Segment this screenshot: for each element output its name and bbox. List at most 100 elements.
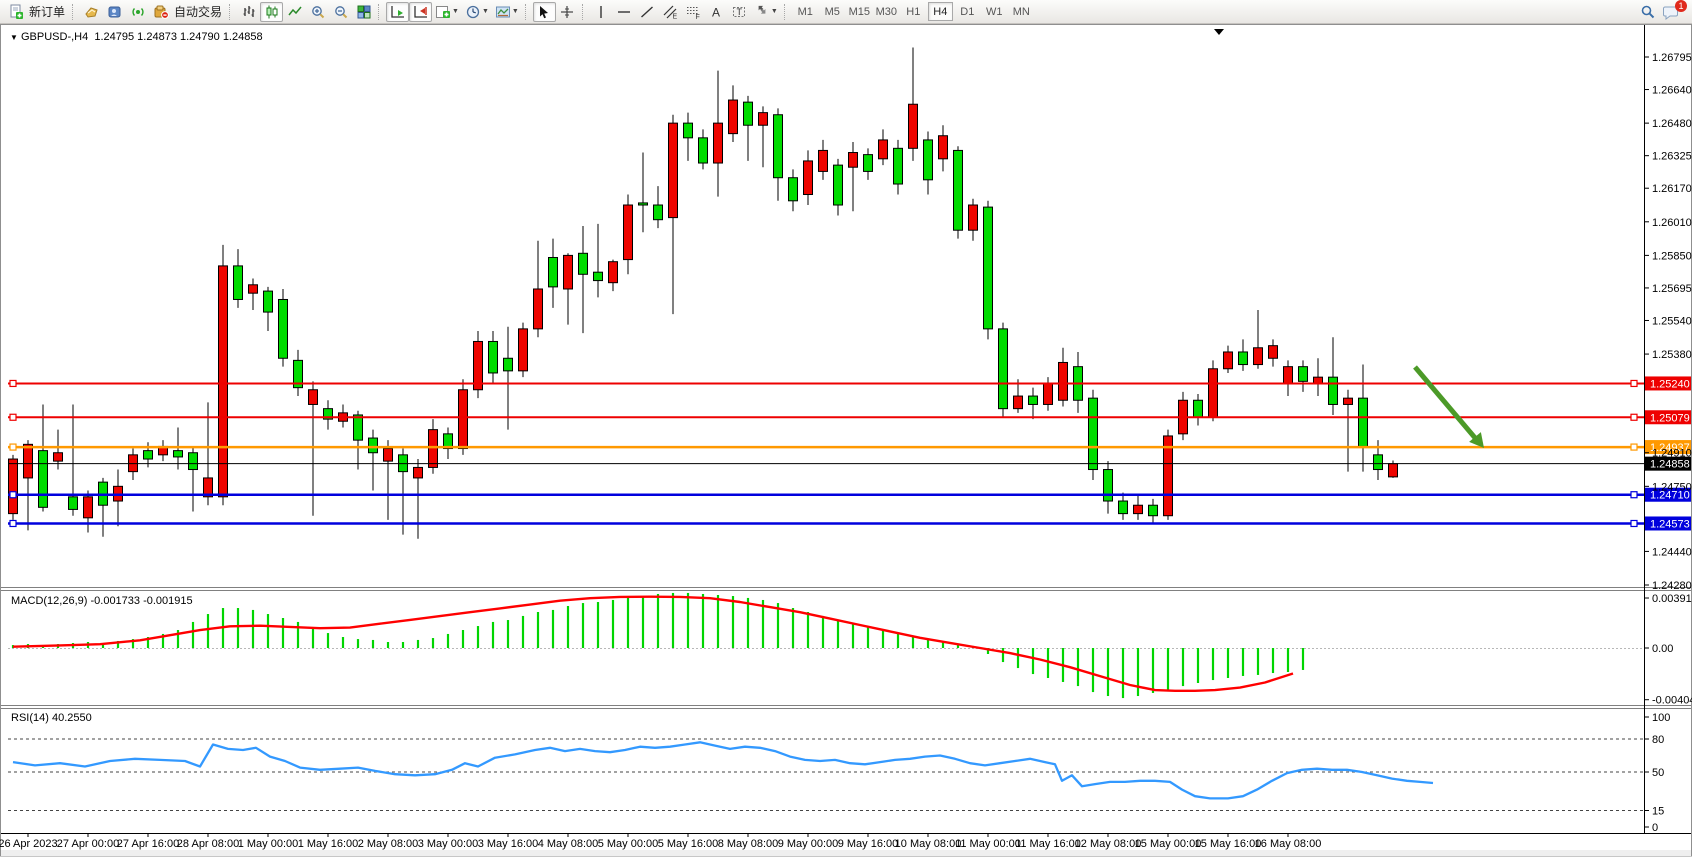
line-chart-button[interactable] bbox=[283, 2, 306, 22]
text-button[interactable]: A bbox=[705, 2, 728, 22]
candle-bear bbox=[999, 329, 1008, 409]
horizontal-line-button[interactable] bbox=[613, 2, 636, 22]
timeframe-group: M1M5M15M30H1H4D1W1MN bbox=[792, 2, 1035, 21]
arrows-button[interactable]: ▼ bbox=[751, 2, 781, 22]
macd-axis-label: -0.004049 bbox=[1652, 695, 1692, 707]
crosshair-icon bbox=[559, 4, 575, 20]
fibonacci-icon: F bbox=[685, 4, 701, 20]
timeframe-w1[interactable]: W1 bbox=[982, 2, 1007, 21]
candle-bear bbox=[1329, 377, 1338, 404]
price-axis-label: 1.24750 bbox=[1652, 481, 1692, 493]
candle-bear bbox=[654, 205, 663, 220]
timeframe-mn[interactable]: MN bbox=[1009, 2, 1034, 21]
candle-bull bbox=[534, 289, 543, 329]
search-button[interactable] bbox=[1636, 2, 1659, 22]
collapse-arrow-icon[interactable]: ▼ bbox=[10, 33, 18, 42]
cursor-button[interactable] bbox=[533, 2, 556, 22]
line-handle[interactable] bbox=[10, 380, 16, 386]
price-level-value: 1.24858 bbox=[1650, 459, 1690, 471]
timeframe-m15[interactable]: M15 bbox=[847, 2, 872, 21]
crosshair-button[interactable] bbox=[556, 2, 579, 22]
bar-chart-button[interactable] bbox=[237, 2, 260, 22]
line-handle[interactable] bbox=[10, 414, 16, 420]
candle-bear bbox=[489, 341, 498, 372]
candle-bull bbox=[729, 100, 738, 134]
indicators-button[interactable]: ▼ bbox=[432, 2, 462, 22]
time-axis-label: 27 Apr 16:00 bbox=[117, 838, 179, 850]
shift-chart-button[interactable] bbox=[409, 2, 432, 22]
signals-button[interactable] bbox=[126, 2, 149, 22]
candle-bear bbox=[369, 438, 378, 453]
line-handle[interactable] bbox=[1631, 380, 1637, 386]
new-order-label[interactable]: 新订单 bbox=[29, 3, 65, 20]
market-watch-button[interactable] bbox=[80, 2, 103, 22]
candle-bull bbox=[1209, 369, 1218, 417]
line-handle[interactable] bbox=[10, 492, 16, 498]
candle-bear bbox=[549, 257, 558, 286]
zoom-out-button[interactable] bbox=[329, 2, 352, 22]
time-axis-label: 9 May 16:00 bbox=[838, 838, 899, 850]
notifications-button[interactable]: 1 bbox=[1659, 2, 1682, 22]
line-handle[interactable] bbox=[10, 444, 16, 450]
timeframe-m1[interactable]: M1 bbox=[793, 2, 818, 21]
periods-button[interactable]: ▼ bbox=[462, 2, 492, 22]
candle-bull bbox=[624, 205, 633, 260]
candle-bear bbox=[69, 497, 78, 510]
candle-bull bbox=[1059, 362, 1068, 400]
svg-text:T: T bbox=[737, 7, 743, 17]
rsi-axis-label: 0 bbox=[1652, 822, 1658, 834]
tile-windows-button[interactable] bbox=[352, 2, 375, 22]
candle-bear bbox=[189, 453, 198, 470]
time-axis-label: 1 May 16:00 bbox=[298, 838, 359, 850]
fibonacci-button[interactable]: F bbox=[682, 2, 705, 22]
auto-trading-button[interactable] bbox=[149, 2, 172, 22]
dropdown-caret: ▼ bbox=[771, 8, 778, 15]
line-handle[interactable] bbox=[1631, 414, 1637, 420]
candle-bear bbox=[1089, 398, 1098, 469]
rsi-name: RSI(14) bbox=[11, 712, 49, 724]
time-axis-label: 5 May 00:00 bbox=[598, 838, 659, 850]
new-order-button[interactable] bbox=[4, 2, 27, 22]
signals-icon bbox=[130, 4, 146, 20]
time-axis-label: 11 May 16:00 bbox=[1015, 838, 1081, 850]
chart-title-symbol: GBPUSD-,H4 bbox=[21, 31, 88, 43]
line-handle[interactable] bbox=[1631, 492, 1637, 498]
navigator-button[interactable] bbox=[103, 2, 126, 22]
timeframe-h1[interactable]: H1 bbox=[901, 2, 926, 21]
timeframe-m30[interactable]: M30 bbox=[874, 2, 899, 21]
auto-scroll-button[interactable] bbox=[386, 2, 409, 22]
zoom-in-button[interactable] bbox=[306, 2, 329, 22]
vertical-line-button[interactable] bbox=[590, 2, 613, 22]
time-axis-label: 9 May 00:00 bbox=[778, 838, 839, 850]
auto-trading-label[interactable]: 自动交易 bbox=[174, 3, 222, 20]
candle-bear bbox=[789, 178, 798, 201]
candlestick-chart-button[interactable] bbox=[260, 2, 283, 22]
line-handle[interactable] bbox=[1631, 520, 1637, 526]
timeframe-m5[interactable]: M5 bbox=[820, 2, 845, 21]
candle-bear bbox=[279, 299, 288, 358]
text-label-button[interactable]: T bbox=[728, 2, 751, 22]
price-axis-label: 1.25850 bbox=[1652, 250, 1692, 262]
time-axis-label: 26 Apr 2023 bbox=[0, 838, 58, 850]
navigator-icon bbox=[107, 4, 123, 20]
templates-button[interactable]: ▼ bbox=[492, 2, 522, 22]
candle-bull bbox=[669, 123, 678, 217]
templates-icon bbox=[495, 4, 511, 20]
equidistant-channel-button[interactable]: E bbox=[659, 2, 682, 22]
line-handle[interactable] bbox=[1631, 444, 1637, 450]
timeframe-d1[interactable]: D1 bbox=[955, 2, 980, 21]
price-level-value: 1.24573 bbox=[1650, 518, 1690, 530]
candle-bull bbox=[459, 390, 468, 449]
candle-bull bbox=[1344, 398, 1353, 404]
chart-canvas[interactable]: 1.252401.250791.249371.248581.247101.245… bbox=[0, 0, 1692, 857]
candle-bull bbox=[414, 467, 423, 477]
bar-chart-icon bbox=[241, 4, 257, 20]
candle-bear bbox=[1374, 455, 1383, 470]
candle-bear bbox=[174, 451, 183, 457]
line-handle[interactable] bbox=[10, 520, 16, 526]
time-axis-label: 3 May 00:00 bbox=[418, 838, 479, 850]
candle-bear bbox=[1119, 501, 1128, 514]
macd-axis-label: 0.003914 bbox=[1652, 593, 1692, 605]
trend-line-button[interactable] bbox=[636, 2, 659, 22]
timeframe-h4[interactable]: H4 bbox=[928, 2, 953, 21]
